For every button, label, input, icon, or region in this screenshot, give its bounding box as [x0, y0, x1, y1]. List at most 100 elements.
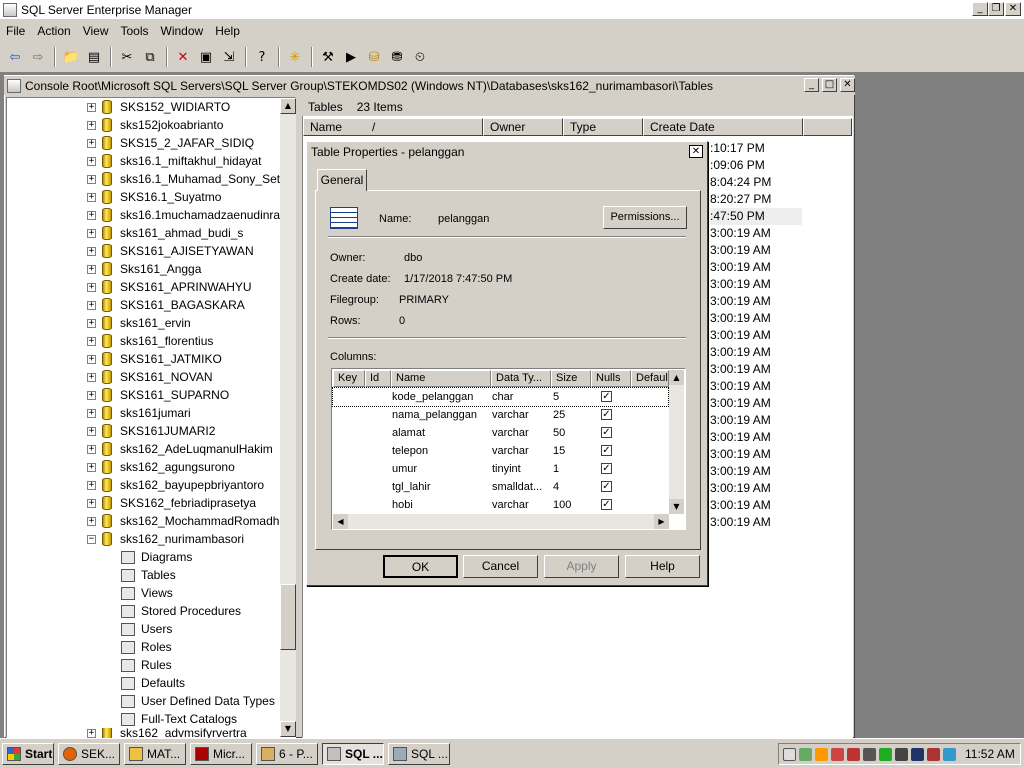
create-date-cell[interactable]: :10:17 PM: [710, 140, 810, 157]
tree-item-database[interactable]: + SKS161_AJISETYAWAN: [87, 242, 254, 260]
minimize-icon[interactable]: _: [804, 78, 819, 92]
data-type-cell[interactable]: tinyint: [492, 460, 521, 478]
column-name-cell[interactable]: nama_pelanggan: [392, 406, 477, 424]
grid-header-key[interactable]: Key: [333, 370, 365, 387]
volume-icon[interactable]: [895, 747, 908, 761]
size-cell[interactable]: 4: [553, 478, 559, 496]
properties-icon[interactable]: ▣: [195, 46, 217, 68]
menu-view[interactable]: View: [77, 24, 115, 38]
database-icon[interactable]: ⛁: [363, 46, 385, 68]
security-icon[interactable]: [863, 747, 876, 761]
tree-item-user-defined-type[interactable]: User Defined Data Types: [121, 692, 275, 710]
column-name-cell[interactable]: hobi: [392, 496, 413, 514]
restore-icon[interactable]: ❐: [988, 2, 1004, 16]
create-date-cell[interactable]: :47:50 PM: [710, 208, 802, 225]
nulls-checkbox[interactable]: ✓: [601, 481, 612, 492]
network-icon[interactable]: [799, 747, 812, 761]
wizard-icon[interactable]: ⚒: [317, 46, 339, 68]
update-icon[interactable]: [943, 747, 956, 761]
task-folder[interactable]: MAT...: [124, 743, 186, 765]
back-arrow-icon[interactable]: ⇦: [4, 46, 26, 68]
tree-item-database[interactable]: + SKS152_WIDIARTO: [87, 98, 230, 116]
tree-item-defaults[interactable]: Defaults: [121, 674, 185, 692]
minimize-icon[interactable]: _: [972, 2, 988, 16]
cut-icon[interactable]: ✂: [116, 46, 138, 68]
tree-item-stored-procedure[interactable]: Stored Procedures: [121, 602, 241, 620]
column-name-cell[interactable]: kode_pelanggan: [392, 388, 473, 406]
create-date-cell[interactable]: 3:00:19 AM: [710, 276, 810, 293]
grid-row[interactable]: kode_pelanggan char 5 ✓: [332, 387, 669, 407]
size-cell[interactable]: 1: [553, 460, 559, 478]
expand-icon[interactable]: +: [87, 728, 96, 738]
create-date-cell[interactable]: 3:00:19 AM: [710, 242, 810, 259]
create-date-cell[interactable]: 3:00:19 AM: [710, 310, 810, 327]
expand-icon[interactable]: +: [87, 336, 96, 346]
grid-header-nulls[interactable]: Nulls: [591, 370, 631, 387]
size-cell[interactable]: 100: [553, 496, 571, 514]
scroll-thumb[interactable]: [280, 584, 296, 650]
data-type-cell[interactable]: varchar: [492, 496, 529, 514]
create-date-cell[interactable]: 3:00:19 AM: [710, 259, 810, 276]
grid-row[interactable]: nama_pelanggan varchar 25 ✓: [333, 406, 668, 424]
tree-item-database[interactable]: + sks162_AdeLuqmanulHakim: [87, 440, 273, 458]
size-cell[interactable]: 5: [553, 388, 559, 406]
column-name-cell[interactable]: umur: [392, 460, 417, 478]
expand-icon[interactable]: +: [87, 426, 96, 436]
menu-file[interactable]: File: [0, 24, 31, 38]
expand-icon[interactable]: +: [87, 138, 96, 148]
tree-item-database[interactable]: + SKS161_APRINWAHYU: [87, 278, 252, 296]
cancel-button[interactable]: Cancel: [463, 555, 538, 578]
expand-icon[interactable]: +: [87, 246, 96, 256]
create-date-cell[interactable]: 3:00:19 AM: [710, 497, 810, 514]
data-type-cell[interactable]: varchar: [492, 406, 529, 424]
tree-item-database[interactable]: + sks162_MochammadRomadh: [87, 512, 279, 530]
expand-icon[interactable]: +: [87, 102, 96, 112]
tree-item-database[interactable]: + SKS162_febriadiprasetya: [87, 494, 256, 512]
expand-icon[interactable]: +: [87, 498, 96, 508]
grid-header-size[interactable]: Size: [551, 370, 591, 387]
tree-item-database[interactable]: + sks161_florentius: [87, 332, 213, 350]
grid-row[interactable]: hobi varchar 100 ✓: [333, 496, 668, 514]
sql-agent-icon[interactable]: [879, 747, 892, 761]
tree-item-users[interactable]: Users: [121, 620, 172, 638]
tree-item-diagram[interactable]: Diagrams: [121, 548, 192, 566]
grid-header-datatype[interactable]: Data Ty...: [491, 370, 551, 387]
create-date-cell[interactable]: 3:00:19 AM: [710, 412, 810, 429]
usb-icon[interactable]: [927, 747, 940, 761]
display-icon[interactable]: [911, 747, 924, 761]
size-cell[interactable]: 50: [553, 424, 565, 442]
expand-icon[interactable]: +: [87, 372, 96, 382]
delete-icon[interactable]: ✕: [172, 46, 194, 68]
create-date-cell[interactable]: 8:20:27 PM: [710, 191, 810, 208]
tree-item-partial[interactable]: + sks162_advmsifyrvertra: [87, 728, 247, 738]
ok-button[interactable]: OK: [383, 555, 458, 578]
scroll-left-icon[interactable]: ◀: [333, 514, 348, 529]
job-icon[interactable]: ⏲: [409, 46, 431, 68]
close-icon[interactable]: ✕: [689, 145, 703, 158]
tree-scrollbar[interactable]: ▲ ▼: [280, 98, 296, 737]
expand-icon[interactable]: +: [87, 354, 96, 364]
col-name[interactable]: Name /: [303, 118, 483, 136]
nulls-checkbox[interactable]: ✓: [601, 427, 612, 438]
expand-icon[interactable]: +: [87, 174, 96, 184]
expand-icon[interactable]: +: [87, 318, 96, 328]
nulls-checkbox[interactable]: ✓: [601, 391, 612, 402]
nulls-checkbox[interactable]: ✓: [601, 463, 612, 474]
help-tray-icon[interactable]: [783, 747, 796, 761]
create-date-cell[interactable]: 3:00:19 AM: [710, 514, 810, 531]
menu-window[interactable]: Window: [155, 24, 210, 38]
export-list-icon[interactable]: ⇲: [218, 46, 240, 68]
tree-item-database[interactable]: + SKS161JUMARI2: [87, 422, 215, 440]
run-query-icon[interactable]: ▶: [340, 46, 362, 68]
col-owner[interactable]: Owner: [483, 118, 563, 136]
grid-row[interactable]: telepon varchar 15 ✓: [333, 442, 668, 460]
create-date-cell[interactable]: 3:00:19 AM: [710, 225, 810, 242]
permissions-button[interactable]: Permissions...: [603, 206, 687, 229]
expand-icon[interactable]: +: [87, 390, 96, 400]
tree-item-database[interactable]: + sks161jumari: [87, 404, 191, 422]
nulls-checkbox[interactable]: ✓: [601, 409, 612, 420]
tree-item-database[interactable]: + sks162_agungsurono: [87, 458, 235, 476]
help-button[interactable]: Help: [625, 555, 700, 578]
task-firefox[interactable]: SEK...: [58, 743, 120, 765]
tree-item-database[interactable]: + Sks161_Angga: [87, 260, 201, 278]
